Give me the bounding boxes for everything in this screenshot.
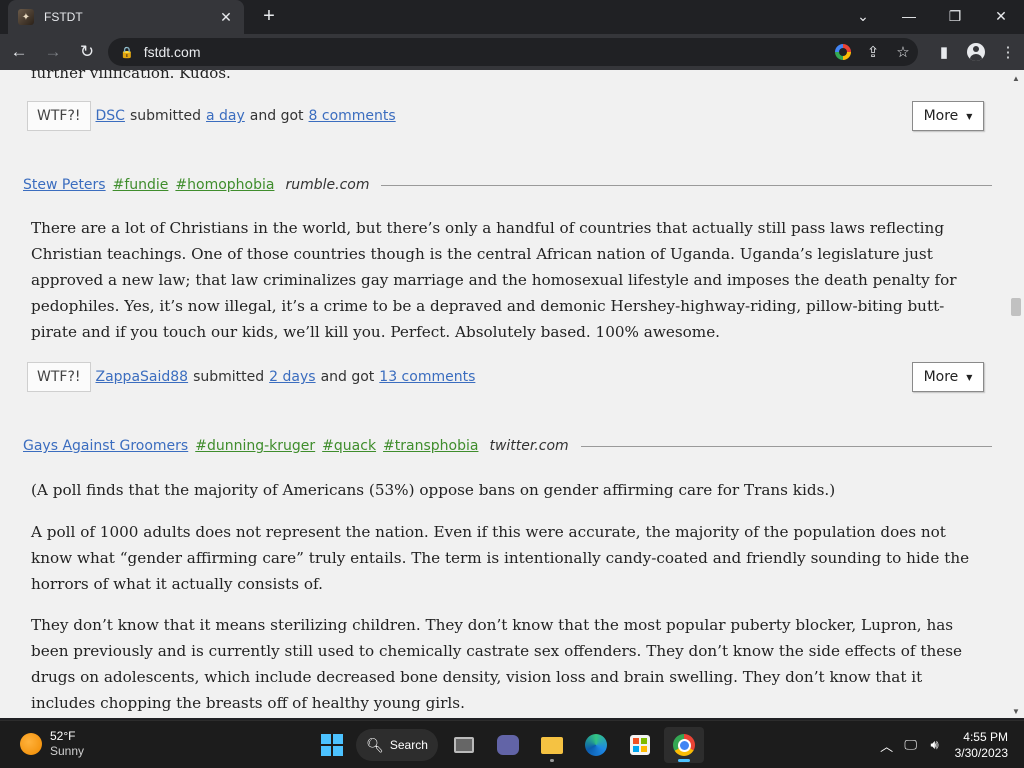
more-button[interactable]: More ▼ [912,362,984,392]
store-button[interactable] [620,727,660,763]
network-icon[interactable]: 🖵︎ [899,737,923,753]
caret-down-icon: ▼ [966,372,973,382]
reload-icon[interactable]: ↻ [72,37,102,67]
share-icon[interactable]: ⇪ [858,43,888,61]
new-tab-button[interactable]: + [256,6,282,28]
taskbar: 52°F Sunny 🔍︎ Search ︿ 🖵︎ 🔊︎ 4:55 PM 3/3… [0,720,1024,768]
task-view-icon [454,737,474,753]
edge-button[interactable] [576,727,616,763]
windows-logo-icon [321,734,343,756]
weather-widget[interactable]: 52°F Sunny [20,729,84,759]
post-header: Stew Peters #fundie #homophobia rumble.c… [23,175,992,195]
post-header: Gays Against Groomers #dunning-kruger #q… [23,436,992,456]
submitted-label: submitted [193,369,265,385]
comments-link[interactable]: 8 comments [309,108,396,124]
tag-link[interactable]: #homophobia [175,177,274,193]
microsoft-store-icon [630,735,650,755]
address-bar[interactable]: 🔒 fstdt.com ⇪ ☆ [108,38,918,66]
author-link[interactable]: Stew Peters [23,177,106,193]
submitter-link[interactable]: DSC [96,108,125,124]
menu-kebab-icon[interactable]: ⋮ [992,34,1024,70]
author-link[interactable]: Gays Against Groomers [23,438,188,454]
close-tab-icon[interactable]: ✕ [218,9,234,26]
chrome-icon [673,734,695,756]
post-footer: WTF?! ZappaSaid88 submitted 2 days and g… [27,362,984,392]
post-quote-paragraph: A poll of 1000 adults does not represent… [31,523,970,593]
comments-link[interactable]: 13 comments [379,369,475,385]
profile-avatar-icon[interactable] [960,34,992,70]
back-arrow-icon[interactable]: ← [4,37,34,67]
volume-icon[interactable]: 🔊︎ [923,737,947,753]
chevron-up-icon[interactable]: ︿ [875,736,899,755]
start-button[interactable] [312,727,352,763]
time-link[interactable]: a day [206,108,245,124]
task-view-button[interactable] [444,727,484,763]
chrome-button[interactable] [664,727,704,763]
wtf-button[interactable]: WTF?! [27,362,91,392]
google-lens-icon[interactable] [828,44,858,60]
search-label: Search [389,738,428,752]
weather-temp: 52°F [50,729,76,743]
submitted-label: submitted [129,108,202,124]
wtf-button[interactable]: WTF?! [27,101,91,131]
forward-arrow-icon[interactable]: → [38,37,68,67]
sun-icon [20,733,42,755]
tag-link[interactable]: #fundie [113,177,169,193]
more-label: More [923,369,959,385]
source-domain: twitter.com [489,438,569,454]
tab-fstdt[interactable]: ✦ FSTDT ✕ [8,0,244,34]
weather-condition: Sunny [50,744,85,758]
folder-icon [541,736,563,754]
teams-button[interactable] [488,727,528,763]
system-tray: ︿ 🖵︎ 🔊︎ 4:55 PM 3/30/2023 [875,721,1024,768]
file-explorer-button[interactable] [532,727,572,763]
clock[interactable]: 4:55 PM 3/30/2023 [947,729,1024,761]
lock-icon[interactable]: 🔒 [120,46,134,59]
time-link[interactable]: 2 days [269,369,315,385]
header-divider [381,184,992,186]
tag-link[interactable]: #dunning-kruger [195,438,315,454]
close-window-button[interactable]: ✕ [978,0,1024,32]
and-got-label: and got [320,369,375,385]
taskbar-search[interactable]: 🔍︎ Search [356,729,438,761]
post-quote-paragraph: (A poll finds that the majority of Ameri… [31,481,836,499]
more-button[interactable]: More ▼ [912,101,984,131]
restore-button[interactable]: ❐ [932,0,978,32]
browser-toolbar: ← → ↻ 🔒 fstdt.com ⇪ ☆ ▮ ⋮ [0,34,1024,70]
scroll-up-arrow-icon[interactable]: ▲ [1012,74,1020,83]
clock-time: 4:55 PM [963,730,1008,744]
url-text[interactable]: fstdt.com [144,44,828,60]
tab-strip: ✦ FSTDT ✕ + ⌄ — ❐ ✕ [0,0,1024,34]
submitter-link[interactable]: ZappaSaid88 [96,369,189,385]
search-icon: 🔍︎ [366,736,384,753]
post-quote-paragraph: They don’t know that it means sterilizin… [31,616,962,712]
edge-icon [585,734,607,756]
post-quote: There are a lot of Christians in the wor… [31,219,957,341]
more-label: More [923,108,959,124]
clock-date: 3/30/2023 [954,746,1008,760]
minimize-button[interactable]: — [886,0,932,32]
bookmark-star-icon[interactable]: ☆ [888,43,918,61]
tab-search-icon[interactable]: ⌄ [840,0,886,32]
site-favicon-icon: ✦ [18,9,34,25]
source-domain: rumble.com [285,177,370,193]
tag-link[interactable]: #transphobia [383,438,478,454]
post-text-partial: further vilification. Kudos. [31,70,231,82]
side-panel-icon[interactable]: ▮ [928,34,960,70]
tag-link[interactable]: #quack [322,438,376,454]
post-footer: WTF?! DSC submitted a day and got 8 comm… [27,101,984,131]
scrollbar-thumb[interactable] [1011,298,1021,316]
page-content: further vilification. Kudos. WTF?! DSC s… [0,70,1008,718]
and-got-label: and got [249,108,304,124]
scroll-down-arrow-icon[interactable]: ▼ [1012,707,1020,716]
tab-title: FSTDT [44,10,83,24]
page-scrollbar[interactable]: ▲ ▼ [1008,70,1024,718]
caret-down-icon: ▼ [966,111,973,121]
teams-chat-icon [497,735,519,755]
header-divider [580,445,992,447]
